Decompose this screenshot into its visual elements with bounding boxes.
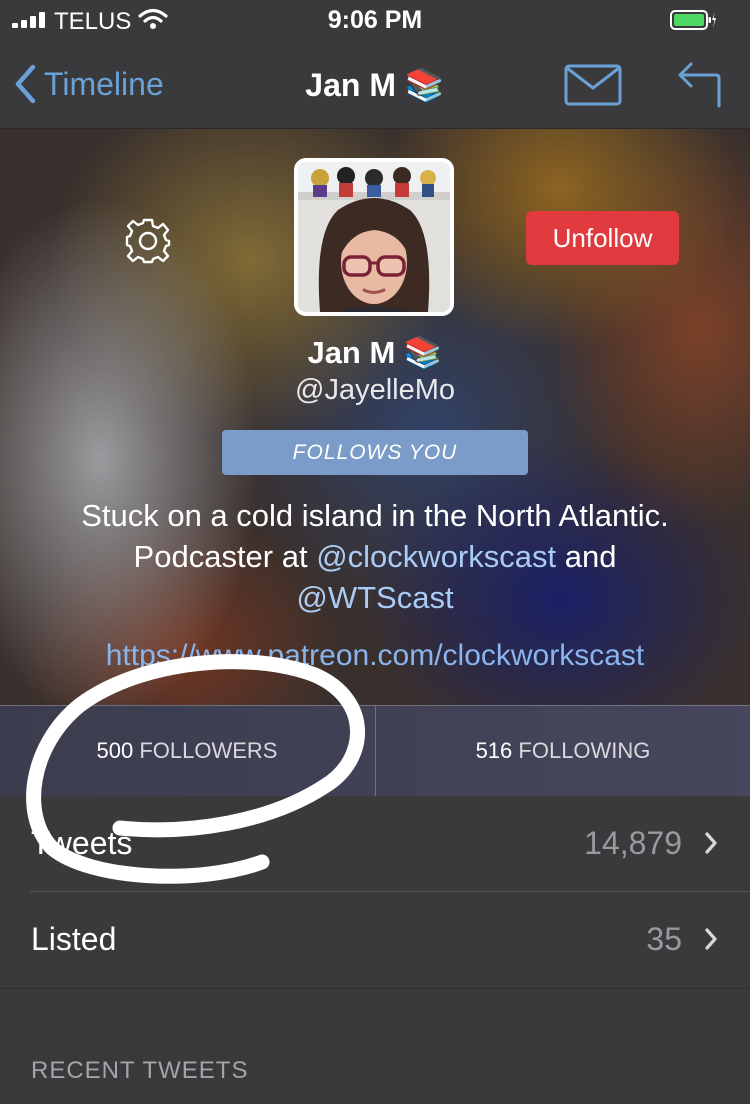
profile-bio: Stuck on a cold island in the North Atla… bbox=[0, 495, 750, 618]
back-chevron-icon bbox=[15, 64, 36, 104]
following-stat[interactable]: 516 FOLLOWING bbox=[376, 706, 750, 796]
chevron-right-icon bbox=[705, 928, 717, 950]
profile-handle: @JayelleMo bbox=[295, 374, 455, 406]
back-label: Timeline bbox=[44, 65, 164, 102]
gear-icon[interactable] bbox=[124, 217, 172, 265]
followers-label: FOLLOWERS bbox=[139, 738, 278, 763]
recent-tweets-section: RECENT TWEETS bbox=[0, 988, 750, 1104]
bio-line-3: @WTScast bbox=[0, 577, 750, 618]
tweets-row[interactable]: Tweets 14,879 bbox=[0, 796, 750, 891]
nav-bar: Timeline Jan M 📚 bbox=[0, 40, 750, 129]
row-count: 35 bbox=[646, 921, 682, 957]
followers-count: 500 bbox=[96, 738, 134, 763]
battery-icon bbox=[670, 10, 716, 30]
row-label: Tweets bbox=[31, 825, 133, 861]
bio-line-2: Podcaster at @clockworkscast and bbox=[0, 536, 750, 577]
profile-url-link[interactable]: https://www.patreon.com/clockworkscast bbox=[0, 639, 750, 673]
profile-header: Unfollow Jan M 📚 @JayelleMo FOLLOWS YOU … bbox=[0, 129, 750, 705]
section-header: RECENT TWEETS bbox=[31, 1057, 249, 1084]
bio-text: and bbox=[556, 539, 617, 574]
followers-stat[interactable]: 500 FOLLOWERS bbox=[0, 706, 374, 796]
mention-link[interactable]: @WTScast bbox=[296, 580, 453, 615]
avatar-photo bbox=[298, 162, 450, 312]
clock: 9:06 PM bbox=[327, 6, 423, 34]
listed-row[interactable]: Listed 35 bbox=[0, 892, 750, 987]
stats-bar: 500 FOLLOWERS 516 FOLLOWING bbox=[0, 705, 750, 796]
follows-you-badge: FOLLOWS YOU bbox=[222, 430, 528, 475]
mention-link[interactable]: @clockworkscast bbox=[316, 539, 556, 574]
following-label: FOLLOWING bbox=[518, 738, 651, 763]
unfollow-button[interactable]: Unfollow bbox=[526, 211, 679, 265]
reply-icon[interactable] bbox=[678, 60, 722, 108]
profile-name: Jan M 📚 bbox=[307, 335, 443, 370]
status-bar: TELUS 9:06 PM bbox=[0, 0, 750, 40]
back-button[interactable]: Timeline bbox=[14, 60, 164, 108]
bio-text: Podcaster at bbox=[133, 539, 317, 574]
row-count: 14,879 bbox=[584, 825, 682, 861]
row-label: Listed bbox=[31, 921, 117, 957]
following-count: 516 bbox=[475, 738, 513, 763]
mail-icon[interactable] bbox=[564, 64, 622, 106]
chevron-right-icon bbox=[705, 832, 717, 854]
avatar[interactable] bbox=[294, 158, 454, 316]
bio-line-1: Stuck on a cold island in the North Atla… bbox=[81, 498, 669, 533]
